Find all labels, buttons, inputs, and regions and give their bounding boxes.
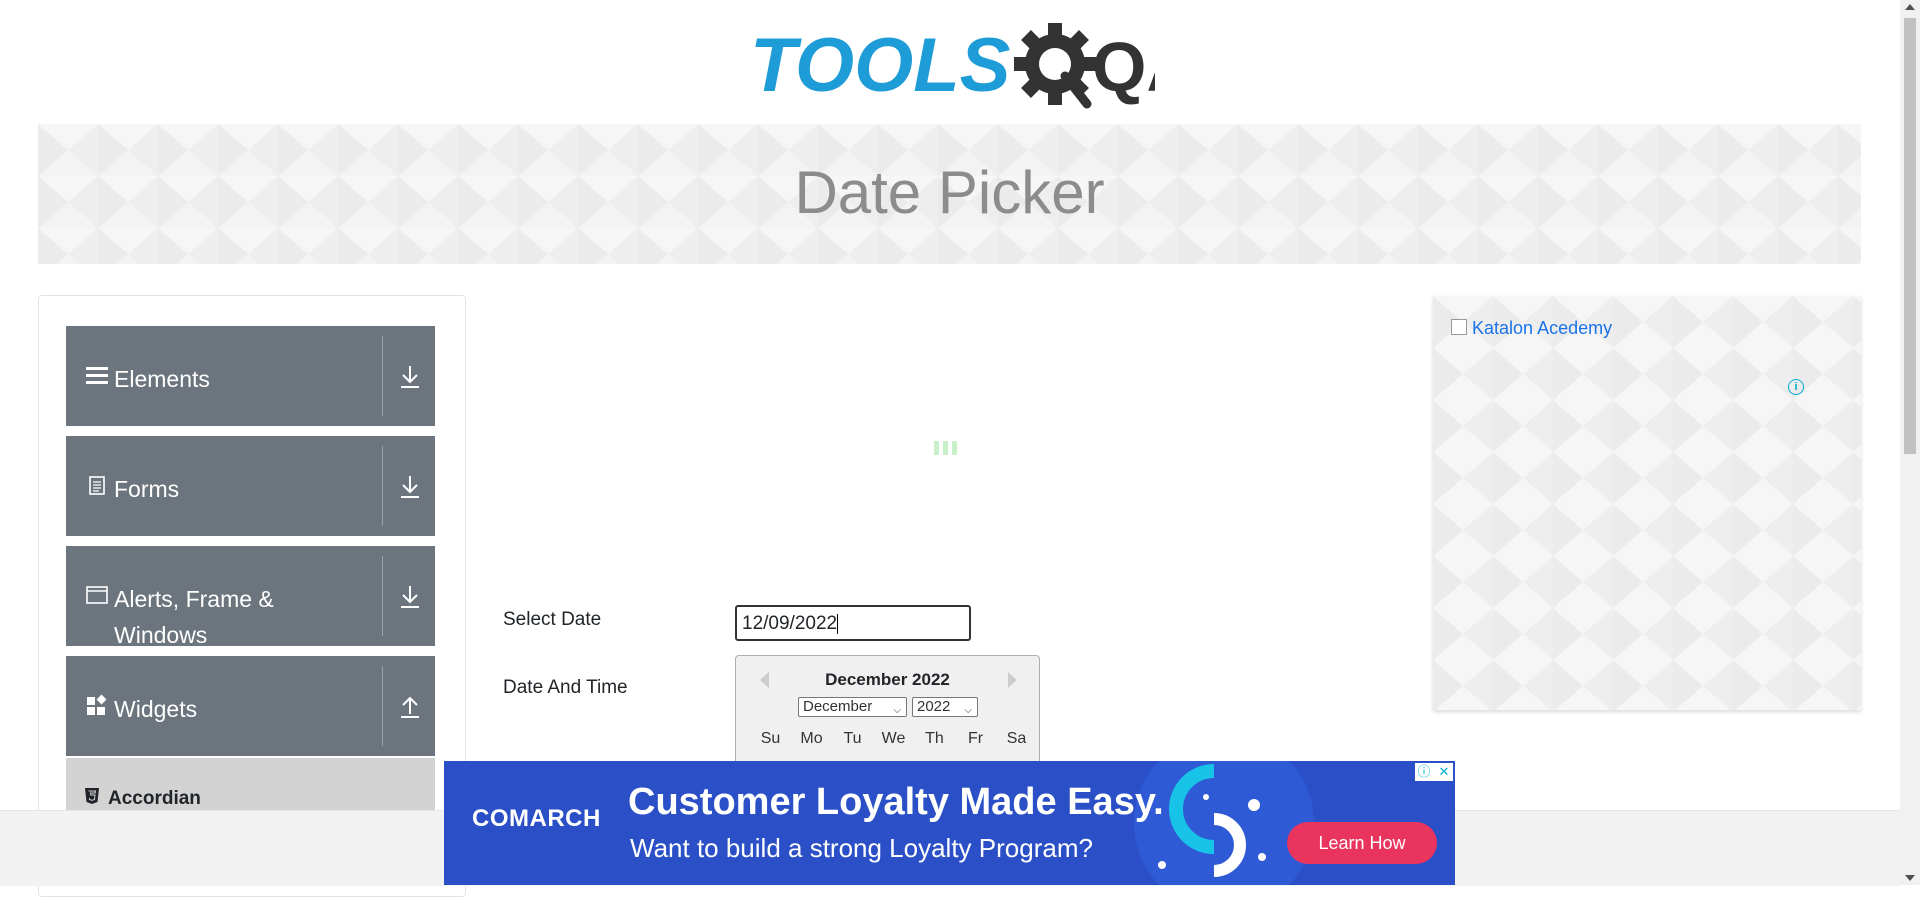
widgets-icon [87,694,107,715]
weekday: Su [760,730,781,747]
broken-image-icon [1451,319,1467,335]
sidebar-group-label: Elements [114,366,210,392]
upload-arrow-icon[interactable] [392,692,428,722]
sidebar-group-label: Forms [114,476,180,502]
date-and-time-label: Date And Time [503,677,628,698]
ad-pattern [1433,296,1861,710]
select-date-label: Select Date [503,609,602,630]
sidebar-item-label: Accordian [108,788,201,809]
divider [382,556,383,636]
page-banner: Date Picker [38,124,1861,264]
select-date-value: 12/09/2022 [742,613,838,634]
sidebar-group-elements[interactable]: Elements [66,326,435,426]
download-arrow-icon[interactable] [392,362,428,392]
scroll-up-icon[interactable] [1905,4,1915,10]
scroll-down-icon[interactable] [1905,875,1915,881]
chevron-down-icon: ⌵ [893,705,901,716]
hamburger-icon [86,367,108,384]
toolsqa-logo-graphic: TOOLS QA [750,23,1197,109]
weekday: Tu [843,730,862,747]
divider [382,446,383,526]
datepicker-month-year: December 2022 [825,670,950,689]
close-icon[interactable]: ✕ [1435,763,1453,781]
sidebar-item-accordian[interactable]: Accordian [66,758,435,818]
ad-info-icon[interactable]: ⓘ [1415,763,1433,781]
side-ad[interactable]: Katalon Acedemy i [1433,296,1861,710]
ad-controls: ⓘ ✕ [1415,763,1453,781]
year-select-value: 2022 [917,698,951,715]
sidebar-group-alerts[interactable]: Alerts, Frame & Windows [66,546,435,648]
sidebar-group-label: Widgets [114,696,198,722]
document-icon [89,476,105,495]
weekday: Fr [967,730,984,747]
learn-how-button[interactable]: Learn How [1287,822,1437,864]
sidebar: Elements Forms Alerts, Frame & Windows W… [38,295,466,897]
sidebar-group-label: Alerts, Frame & Windows [114,581,274,653]
broken-image-link[interactable]: Katalon Acedemy [1451,318,1612,339]
weekday: We [881,730,906,747]
ad-info-icon[interactable]: i [1788,379,1804,395]
divider [382,336,383,416]
page-title: Date Picker [794,159,1105,226]
divider [382,666,383,746]
month-select[interactable]: December ⌵ [798,697,907,717]
sidebar-group-label-line1: Alerts, Frame & [114,586,274,612]
sidebar-group-widgets[interactable]: Widgets [66,656,435,756]
next-month-icon[interactable] [1008,672,1017,688]
text-caret [837,613,839,634]
weekday-header: Su Mo Tu We Th Fr Sa [750,730,1037,748]
bottom-ad-banner[interactable]: COMARCH Customer Loyalty Made Easy. Want… [444,761,1455,885]
gear-icon [1014,23,1096,109]
loading-indicator [934,441,961,460]
logo-qa-text: QA [1092,28,1155,106]
weekday: Th [925,730,944,747]
ad-brand: COMARCH [472,805,601,832]
ad-subline: Want to build a strong Loyalty Program? [630,833,1093,863]
html5-icon [85,788,99,804]
sidebar-group-forms[interactable]: Forms [66,436,435,536]
sidebar-group-label-line2: Windows [114,622,208,648]
ad-headline: Customer Loyalty Made Easy. [628,781,1164,823]
chevron-down-icon: ⌵ [964,705,972,716]
window-icon [86,586,108,604]
ad-alt-text: Katalon Acedemy [1472,318,1613,338]
select-date-input[interactable]: 12/09/2022 [735,605,971,641]
site-logo[interactable]: TOOLS QA [750,18,1197,114]
download-arrow-icon[interactable] [392,472,428,502]
page-scrollbar[interactable] [1900,0,1920,885]
year-select[interactable]: 2022 ⌵ [912,697,978,717]
download-arrow-icon[interactable] [392,582,428,612]
datepicker-popup: December 2022 December ⌵ 2022 ⌵ Su Mo Tu We… [735,655,1040,767]
logo-tools-text: TOOLS [750,23,1010,108]
weekday: Sa [1006,730,1027,747]
weekday: Mo [800,730,823,747]
month-select-value: December [803,698,873,715]
scrollbar-thumb[interactable] [1904,18,1916,454]
